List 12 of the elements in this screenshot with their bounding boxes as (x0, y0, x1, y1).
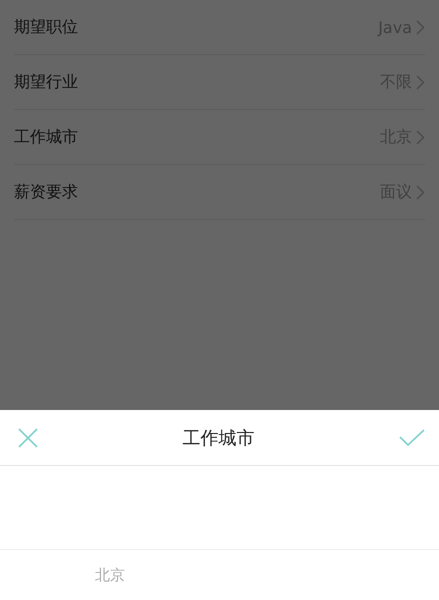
close-icon (18, 428, 38, 448)
check-icon (399, 428, 425, 446)
chevron-icon (416, 130, 425, 144)
chevron-icon (416, 74, 425, 90)
sheet-title: 工作城市 (182, 426, 254, 450)
row-label: 薪资要求 (14, 182, 78, 202)
chevron-icon (416, 20, 425, 34)
row-label: 工作城市 (14, 126, 78, 148)
picker-option[interactable]: 北京 (0, 566, 220, 584)
chevron-icon (416, 184, 425, 200)
row-label: 期望行业 (14, 72, 78, 92)
row-label: 期望职位 (14, 16, 78, 38)
